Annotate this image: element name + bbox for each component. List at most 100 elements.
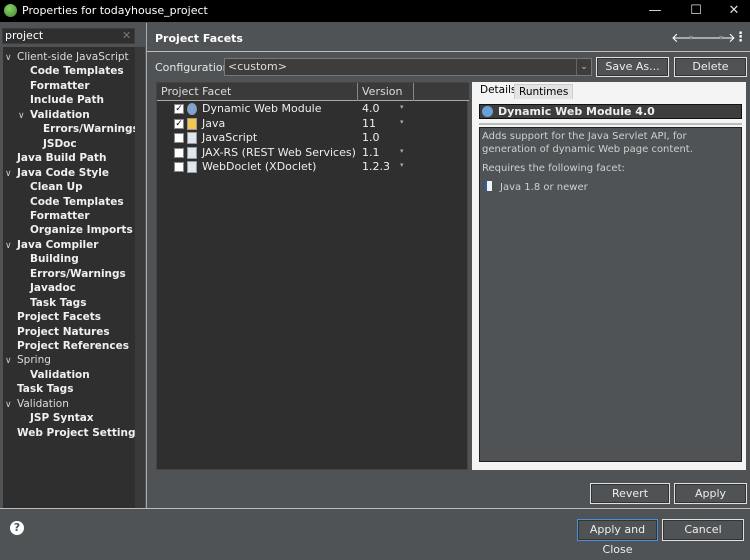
tree-item[interactable]: JSP Syntax [18,411,94,425]
minimize-button[interactable]: — [640,2,670,20]
tree-scrollbar[interactable] [135,47,145,508]
tree-item-label: Formatter [30,209,90,222]
details-body: Adds support for the Java Servlet API, f… [479,127,742,462]
chevron-down-icon[interactable]: ∨ [5,398,17,412]
facet-version[interactable]: 1.1 [362,146,380,159]
document-icon [187,132,197,144]
revert-button[interactable]: Revert [590,483,670,504]
tree-item[interactable]: Task Tags [18,296,86,310]
tree-item-label: Code Templates [30,65,124,78]
table-row[interactable]: ✓ Java 11 ▾ [157,117,467,132]
column-header-version[interactable]: Version [362,85,402,98]
divider [0,508,750,509]
configuration-select[interactable]: <custom> ⌄ [224,58,592,76]
tree-item[interactable]: Errors/Warnings [31,122,139,136]
chevron-down-icon[interactable]: ∨ [18,109,30,123]
clear-filter-icon[interactable]: ✕ [122,29,131,42]
tree-item[interactable]: ∨ Validation [18,108,90,122]
version-dropdown-icon[interactable]: ▾ [400,147,404,155]
chevron-down-icon[interactable]: ∨ [5,239,17,253]
facet-name: Java [202,116,226,130]
facet-checkbox[interactable] [174,162,184,172]
tree-item-label: Project References [17,340,129,352]
apply-and-close-button[interactable]: Apply and Close [577,519,658,556]
filter-input[interactable]: project [2,28,135,44]
apply-button[interactable]: Apply [674,483,747,504]
tree-item-label: Task Tags [17,383,74,396]
tree-item[interactable]: ∨ Client-side JavaScript [5,50,129,64]
tree-item[interactable]: ∨ Java Code Style [5,166,109,180]
window-title: Properties for todayhouse_project [22,4,208,17]
table-row[interactable]: WebDoclet (XDoclet) 1.2.3 ▾ [157,160,467,175]
table-row[interactable]: JAX-RS (REST Web Services) 1.1 ▾ [157,146,467,161]
tree-item-label: Project Facets [17,311,101,324]
tree-item[interactable]: ∨ Validation [5,397,69,411]
column-divider[interactable] [357,83,358,101]
table-row[interactable]: ✓ Dynamic Web Module 4.0 ▾ [157,102,467,117]
tree-item-label: Project Natures [17,325,110,338]
tree-item[interactable]: Formatter [18,79,90,93]
facet-name: Dynamic Web Module [202,102,322,115]
maximize-button[interactable]: ☐ [681,2,711,20]
tab-runtimes[interactable]: Runtimes [514,84,574,99]
tree-item-label: Clean Up [30,181,83,194]
tree-item[interactable]: Project Facets [5,310,101,324]
tree-item-label: JSP Syntax [30,412,94,425]
tree-item[interactable]: Organize Imports [18,223,133,237]
version-dropdown-icon[interactable]: ▾ [400,103,404,111]
tree-item-label: Task Tags [30,296,87,309]
tree-item[interactable]: ∨ Spring [5,353,51,367]
column-divider[interactable] [413,83,414,101]
details-heading: Dynamic Web Module 4.0 [479,104,742,119]
tree-item[interactable]: Errors/Warnings [18,267,126,281]
facet-version[interactable]: 11 [362,117,376,130]
tree-item[interactable]: Project Natures [5,325,110,339]
facet-checkbox[interactable]: ✓ [174,104,184,114]
tree-item[interactable]: Building [18,252,79,266]
tree-item[interactable]: Javadoc [18,281,76,295]
tree-item[interactable]: Java Build Path [5,151,106,165]
tree-item[interactable]: Include Path [18,93,104,107]
tree-item[interactable]: JSDoc [31,137,77,151]
version-dropdown-icon[interactable]: ▾ [400,161,404,169]
version-dropdown-icon[interactable]: ▾ [400,118,404,126]
tree-item-label: Code Templates [30,195,124,208]
tree-item[interactable]: Formatter [18,209,90,223]
tree-item[interactable]: Validation [18,368,90,382]
chevron-down-icon[interactable]: ∨ [5,51,17,65]
tree-item[interactable]: ∨ Java Compiler [5,238,98,252]
chevron-down-icon[interactable]: ∨ [5,167,17,181]
forward-dropdown-icon[interactable]: ▾ [719,33,723,42]
table-row[interactable]: JavaScript 1.0 [157,131,467,146]
chevron-down-icon: ⌄ [576,59,591,75]
tree-item[interactable]: Project References [5,339,129,353]
view-menu-icon[interactable]: ⋮ [734,30,747,45]
facet-version[interactable]: 4.0 [362,102,380,115]
splitter[interactable] [146,23,147,508]
facet-checkbox[interactable] [174,147,184,158]
chevron-down-icon[interactable]: ∨ [5,354,17,368]
column-header-facet[interactable]: Project Facet [161,85,231,98]
app-logo-icon [4,4,17,17]
close-button[interactable]: ✕ [719,2,749,20]
details-heading-text: Dynamic Web Module 4.0 [498,105,655,118]
tree-item[interactable]: Code Templates [18,64,124,78]
facet-checkbox[interactable] [174,133,184,143]
facet-version[interactable]: 1.2.3 [362,160,390,173]
help-icon[interactable]: ? [10,521,24,535]
tree-item[interactable]: Task Tags [5,382,73,396]
facet-name: WebDoclet (XDoclet) [202,160,317,173]
facet-version[interactable]: 1.0 [362,131,380,144]
table-header: Project Facet Version [157,83,469,101]
delete-button[interactable]: Delete [674,57,747,77]
tree-item-label: Validation [30,108,90,121]
save-as-button[interactable]: Save As... [596,57,669,77]
facet-description: Adds support for the Java Servlet API, f… [482,131,693,155]
tree-item[interactable]: Clean Up [18,180,83,194]
back-dropdown-icon[interactable]: ▾ [689,33,693,42]
tree-item[interactable]: Code Templates [18,195,124,209]
tree-item-label: Spring [17,354,51,367]
cancel-button[interactable]: Cancel [662,519,744,541]
tree-item[interactable]: Web Project Settings [5,426,142,440]
facet-checkbox[interactable]: ✓ [174,118,184,129]
